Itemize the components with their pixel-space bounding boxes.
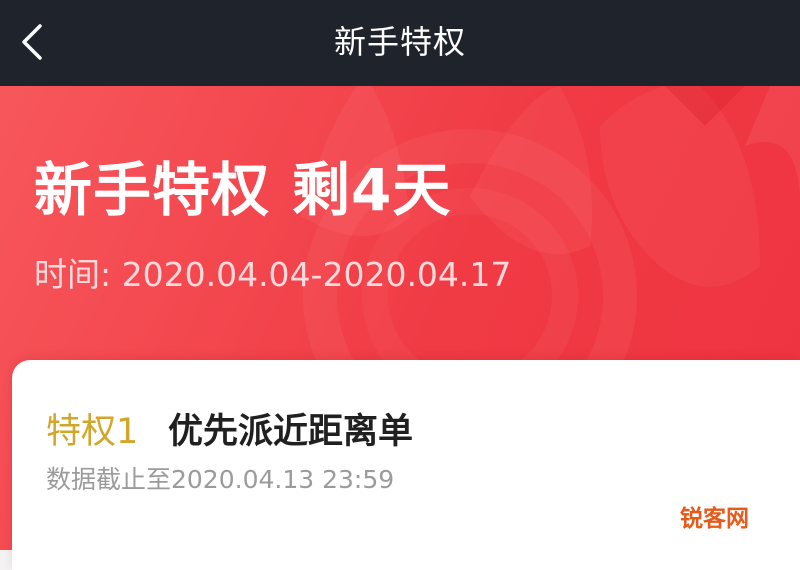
- privilege-tag: 特权1: [46, 412, 139, 452]
- nav-bar: 新手特权: [0, 0, 800, 86]
- banner-title: 新手特权 剩4天: [34, 150, 451, 230]
- watermark: 锐客网: [680, 506, 749, 532]
- banner-title-text: 新手特权: [34, 156, 271, 224]
- privilege-period: 时间: 2020.04.04-2020.04.17: [34, 255, 512, 294]
- privilege-name: 优先派近距离单: [168, 412, 414, 452]
- privilege-card: 特权1 优先派近距离单 数据截止至2020.04.13 23:59: [12, 360, 800, 570]
- privilege-deadline: 数据截止至2020.04.13 23:59: [46, 465, 395, 494]
- remaining-days: 剩4天: [292, 156, 452, 224]
- page-title: 新手特权: [333, 23, 466, 61]
